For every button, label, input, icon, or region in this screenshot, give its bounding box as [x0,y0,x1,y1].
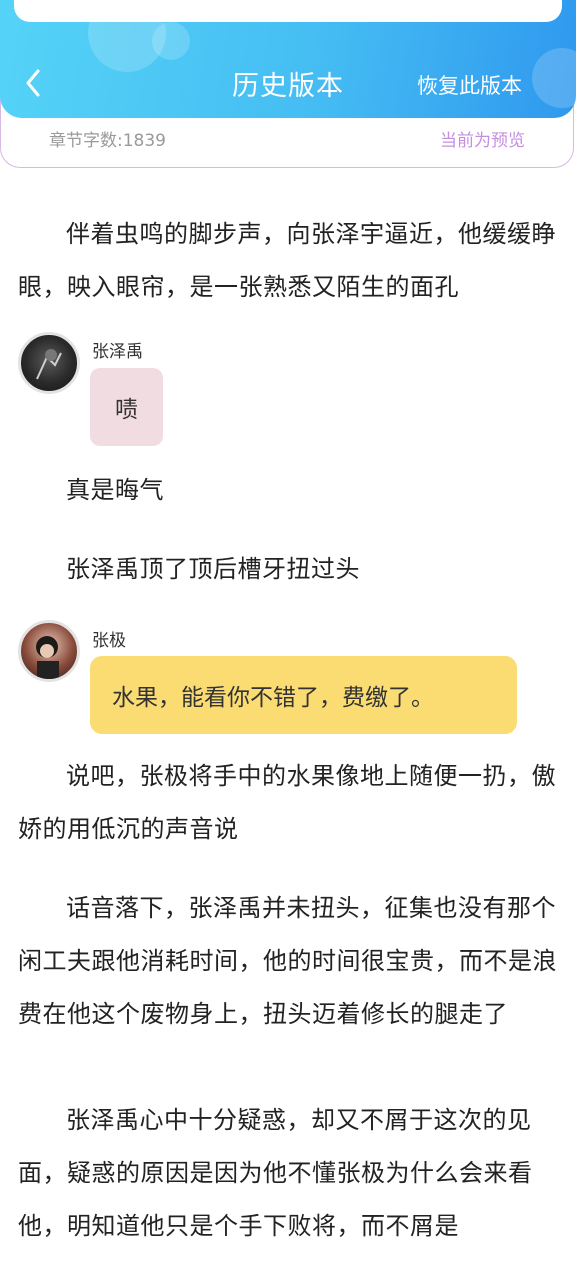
avatar[interactable] [18,620,80,682]
avatar-image [36,636,59,679]
message-text: 啧 [115,397,138,423]
paragraph: 张泽禹顶了顶后槽牙扭过头 [66,555,360,583]
paragraph: 话音落下，张泽禹并未扭头，征集也没有那个闲工夫跟他消耗时间，他的时间很宝贵，而不… [18,894,557,1028]
message-text: 水果，能看你不错了，费缴了。 [112,685,434,711]
sheet-top [14,0,562,22]
paragraph: 说吧，张极将手中的水果像地上随便一扔，傲娇的用低沉的声音说 [18,762,556,843]
message-bubble: 啧 [90,368,163,446]
decor-bubble [152,22,190,60]
restore-version-button[interactable]: 恢复此版本 [417,70,522,100]
avatar-image [36,349,62,380]
speaker-name: 张泽禹 [92,342,143,362]
speaker-name: 张极 [92,631,126,651]
message-bubble: 水果，能看你不错了，费缴了。 [90,656,517,734]
avatar[interactable] [18,332,80,394]
paragraph: 伴着虫鸣的脚步声，向张泽宇逼近，他缓缓睁眼，映入眼帘，是一张熟悉又陌生的面孔 [18,220,556,301]
paragraph: 张泽禹心中十分疑惑，却又不屑于这次的见面，疑惑的原因是因为他不懂张极为什么会来看… [18,1106,533,1240]
header-bar: 历史版本 恢复此版本 [0,0,576,118]
word-count: 章节字数:1839 [49,131,166,151]
paragraph: 真是晦气 [66,476,164,504]
preview-status: 当前为预览 [440,131,525,151]
